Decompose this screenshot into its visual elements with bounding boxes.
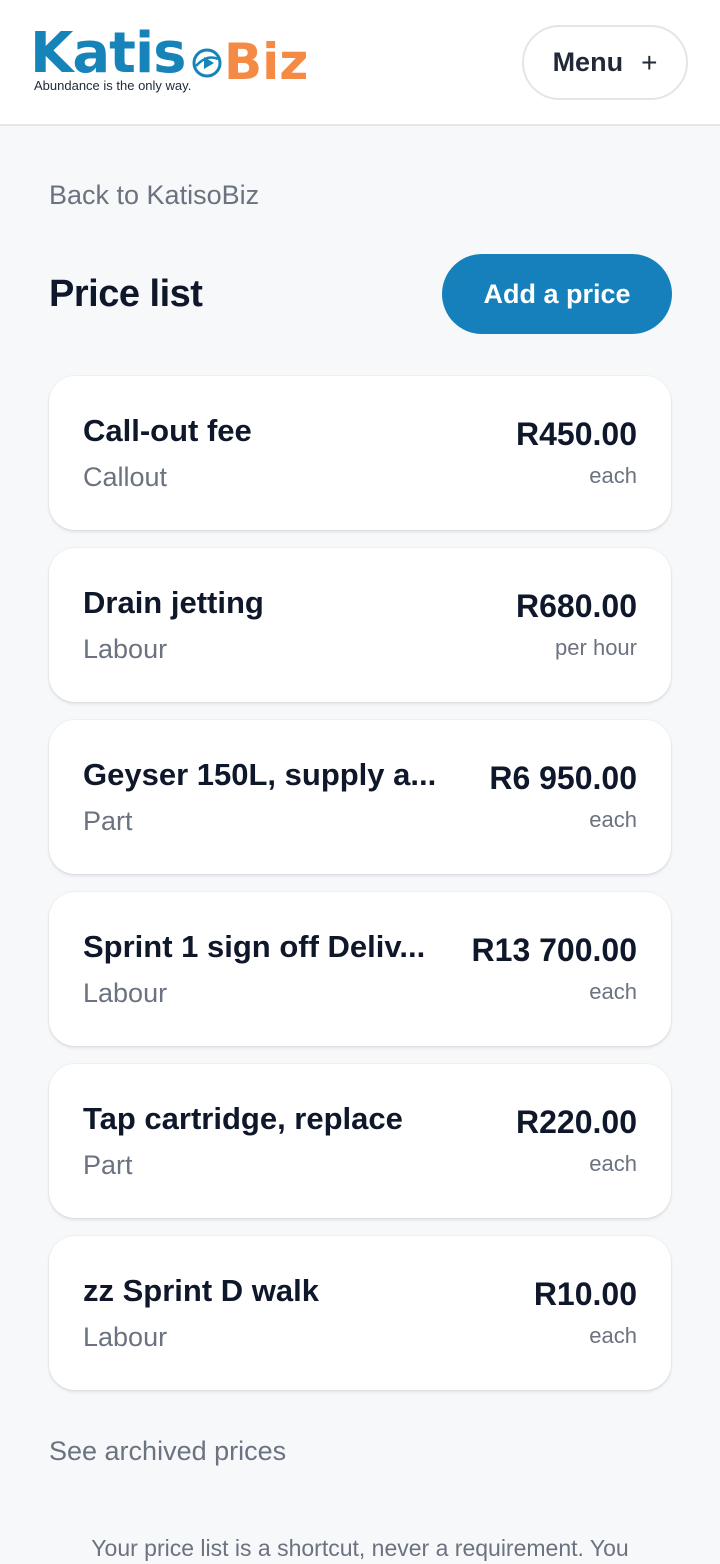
globe-icon [192,48,222,78]
price-amount: R220.00 [516,1104,637,1140]
price-unit: each [589,979,637,1004]
katisobiz-logo[interactable]: Katis Biz Abundance is the only way. [30,24,320,98]
price-amount: R450.00 [516,416,637,452]
page-title: Price list [49,273,203,315]
price-category: Labour [83,978,168,1008]
price-card[interactable]: zz Sprint D walk Labour R10.00 each [49,1236,671,1390]
app-header: Katis Biz Abundance is the only way. Men… [0,0,720,126]
menu-button[interactable]: Menu + [522,25,688,100]
price-name: zz Sprint D walk [83,1273,319,1308]
price-amount: R6 950.00 [489,760,637,796]
price-category: Labour [83,634,168,664]
price-name: Drain jetting [83,585,264,620]
price-card[interactable]: Drain jetting Labour R680.00 per hour [49,548,671,702]
price-unit: each [589,807,637,832]
price-unit: each [589,1151,637,1176]
price-name: Tap cartridge, replace [83,1101,403,1136]
logo-katis-text: Katis [30,21,186,86]
price-amount: R10.00 [533,1276,637,1312]
price-category: Part [83,806,133,836]
menu-button-label: Menu [552,47,624,77]
price-amount: R13 700.00 [471,932,637,968]
price-unit: per hour [555,635,637,660]
price-card[interactable]: Sprint 1 sign off Deliv... Labour R13 70… [49,892,671,1046]
logo-tagline: Abundance is the only way. [34,78,192,93]
plus-icon: + [641,46,658,78]
price-amount: R680.00 [516,588,637,624]
price-unit: each [589,463,637,488]
price-card[interactable]: Tap cartridge, replace Part R220.00 each [49,1064,671,1218]
price-card[interactable]: Geyser 150L, supply a... Part R6 950.00 … [49,720,671,874]
price-list: Call-out fee Callout R450.00 each Drain … [49,376,671,1408]
add-price-button[interactable]: Add a price [442,254,672,334]
price-category: Callout [83,462,168,492]
price-category: Part [83,1150,133,1180]
price-name: Sprint 1 sign off Deliv... [83,929,426,964]
price-unit: each [589,1323,637,1348]
footer-note: Your price list is a shortcut, never a r… [91,1535,629,1561]
back-link[interactable]: Back to KatisoBiz [49,178,259,212]
price-name: Geyser 150L, supply a... [83,757,437,792]
archived-prices-link[interactable]: See archived prices [49,1434,286,1468]
price-name: Call-out fee [83,413,252,448]
logo-biz-text: Biz [224,33,309,91]
price-card[interactable]: Call-out fee Callout R450.00 each [49,376,671,530]
price-category: Labour [83,1322,168,1352]
